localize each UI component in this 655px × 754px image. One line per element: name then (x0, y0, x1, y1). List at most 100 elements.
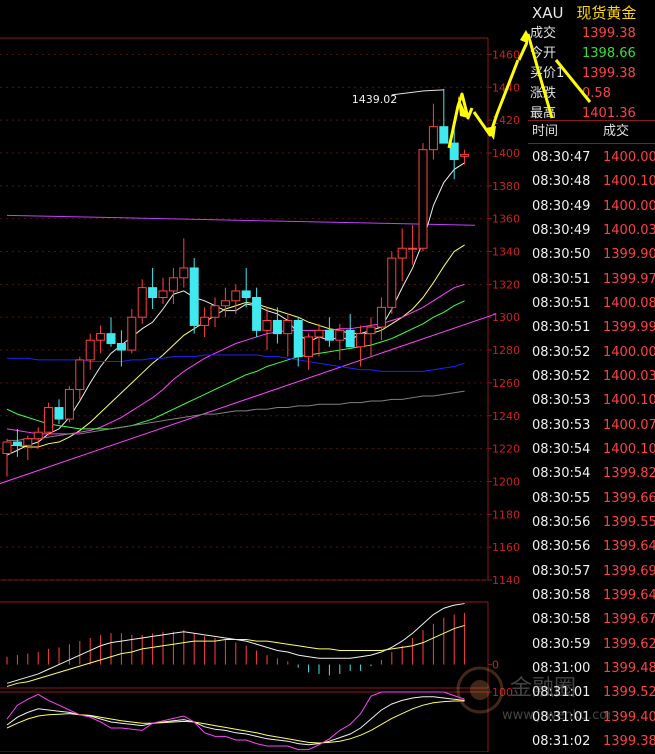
tick-row: 08:30:51 1399.97 (528, 268, 655, 292)
tick-time: 08:30:48 (532, 174, 591, 190)
tick-price: 1400.00 (603, 344, 655, 360)
candle-body (324, 329, 334, 341)
high-annotation: 1439.02 (352, 93, 398, 106)
quote-title: XAU 现货黄金 (532, 2, 636, 23)
candle-body (210, 305, 220, 318)
candle-body (231, 290, 241, 302)
candle-body (387, 257, 397, 308)
tick-price: 1400.03 (603, 222, 655, 238)
candle-body (356, 333, 366, 348)
y-tick-label: 1380 (492, 180, 520, 193)
tick-price: 1399.38 (603, 733, 655, 749)
tick-price: 1399.67 (603, 612, 655, 628)
tick-time: 08:30:54 (532, 441, 591, 457)
tick-price: 1399.55 (603, 514, 655, 530)
candle-body (44, 407, 54, 433)
candle-body (314, 329, 324, 338)
kline-chart[interactable]: 1140 1160 1180 1200 1220 1240 1260 1280 1300 1320… (0, 0, 528, 752)
quote-row: 成交 1399.38 (530, 25, 636, 43)
series-j (6, 691, 465, 751)
tick-price: 1400.00 (603, 198, 655, 214)
quote-label: 买价1 (530, 66, 565, 81)
candle-body (158, 290, 168, 299)
candle-body (179, 267, 189, 279)
tick-time: 08:30:56 (532, 514, 591, 530)
tick-time: 08:30:49 (532, 198, 591, 214)
candle-body (168, 277, 178, 292)
tick-price: 1400.07 (603, 417, 655, 433)
candle-body (23, 438, 33, 446)
tick-time: 08:30:51 (532, 295, 591, 311)
tick-price: 1399.82 (603, 466, 655, 482)
y-tick-label: 1300 (492, 311, 520, 324)
instrument-name: 现货黄金 (576, 4, 637, 22)
candle-body (335, 329, 345, 341)
y-tick-label: 1340 (492, 246, 520, 259)
candle-body (116, 342, 126, 351)
y-tick-label: 1140 (492, 574, 520, 587)
watermark-text: 金融圈 (510, 676, 576, 701)
tick-price: 1399.40 (603, 709, 655, 725)
yellow-arrow (517, 36, 528, 61)
candle-body (439, 126, 449, 144)
tick-price: 1399.64 (603, 539, 655, 555)
tick-row: 08:30:52 1400.03 (528, 365, 655, 389)
candle-body (189, 267, 199, 326)
tick-row: 08:30:51 1399.99 (528, 316, 655, 340)
tick-row: 08:30:51 1400.08 (528, 292, 655, 316)
quote-value: 1401.36 (582, 106, 636, 121)
candle-body (148, 287, 158, 299)
tick-price: 1399.52 (603, 685, 655, 701)
tick-row: 08:30:53 1400.10 (528, 389, 655, 413)
tick-row: 08:30:53 1400.07 (528, 414, 655, 438)
tick-row: 08:30:50 1399.90 (528, 243, 655, 267)
quote-panel: XAU 现货黄金 成交 1399.38 今开 1398.66 买价1 1399.38 涨跌 0… (528, 0, 655, 752)
tick-time: 08:30:50 (532, 247, 591, 263)
tick-time: 08:30:51 (532, 271, 591, 287)
tick-time: 08:30:49 (532, 222, 591, 238)
candle-body (345, 329, 355, 348)
tick-time: 08:30:58 (532, 612, 591, 628)
candle-body (220, 300, 230, 307)
tick-price: 1399.97 (603, 271, 655, 287)
candle-body (418, 149, 428, 249)
tick-row: 08:30:49 1400.00 (528, 195, 655, 219)
tick-time: 08:30:55 (532, 490, 591, 506)
candle-body (376, 306, 386, 328)
series-k (6, 696, 465, 746)
quote-value: 0.58 (582, 86, 611, 101)
tick-price: 1399.90 (603, 247, 655, 263)
candle-body (449, 142, 459, 161)
tick-row: 08:30:54 1400.10 (528, 438, 655, 462)
candle-body (408, 247, 418, 250)
tick-row: 08:30:52 1400.00 (528, 341, 655, 365)
kdj-panel: 100 (0, 686, 513, 752)
y-tick-label: 1180 (492, 508, 520, 521)
horizontal-line (6, 214, 476, 226)
quote-label: 涨跌 (530, 86, 557, 101)
candle-body (137, 287, 147, 318)
tick-price: 1400.10 (603, 393, 655, 409)
watermark-url: www.jrwenku.com (502, 708, 610, 723)
tick-row: 08:30:49 1400.03 (528, 219, 655, 243)
candle-body (428, 126, 438, 151)
quote-label: 成交 (530, 26, 557, 41)
tick-price: 1399.69 (603, 563, 655, 579)
macd-panel: 0 (0, 601, 499, 689)
quote-value: 1399.38 (582, 66, 636, 81)
tick-time: 08:30:59 (532, 636, 591, 652)
candle-body (2, 441, 12, 455)
y-tick-label: 1280 (492, 344, 520, 357)
tick-price: 1399.66 (603, 490, 655, 506)
tick-price: 1399.48 (603, 660, 655, 676)
watermark: 金融圈 www.jrwenku.com (456, 666, 610, 723)
candle-body (366, 326, 376, 335)
tick-row: 08:30:56 1399.64 (528, 535, 655, 559)
tick-row: 08:30:54 1399.82 (528, 462, 655, 486)
tick-price: 1400.10 (603, 441, 655, 457)
tick-time: 08:31:02 (532, 733, 591, 749)
candle-body (293, 319, 303, 358)
tick-price: 1400.00 (603, 150, 655, 165)
high-leader-line (391, 89, 444, 96)
tick-price: 1399.62 (603, 636, 655, 652)
